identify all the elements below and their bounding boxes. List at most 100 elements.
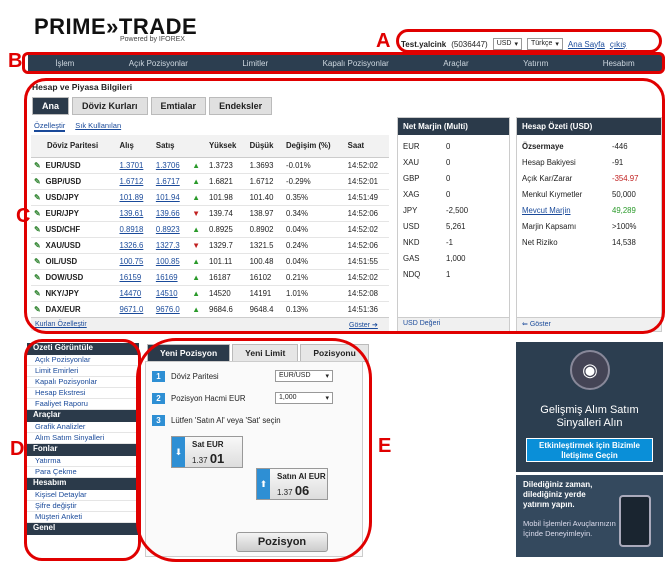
chart-icon[interactable]: ✎	[34, 193, 41, 202]
sell-button[interactable]: ⬇ Sat EUR 1.37 01	[171, 436, 243, 468]
table-row[interactable]: ✎ EUR/USD 1.3701 1.3706 ▲ 1.3723 1.3693 -0.01% 1…	[31, 157, 389, 174]
summary-row: Net Riziko 14,538	[517, 234, 661, 250]
table-row[interactable]: ✎ NKY/JPY 14470 14510 ▲ 14520 14191 1.01% 14:52:…	[31, 285, 389, 302]
table-row[interactable]: ✎ USD/CHF 0.8918 0.8923 ▲ 0.8925 0.8902 0.04% 14…	[31, 221, 389, 238]
nav-item-3[interactable]: Kapalı Pozisyonlar	[323, 59, 389, 68]
tab-3[interactable]: Endeksler	[209, 97, 273, 115]
symbol-cell: ✎ USD/CHF	[31, 221, 117, 238]
currency-select[interactable]: USD ▾	[492, 38, 522, 50]
chart-icon[interactable]: ✎	[34, 209, 41, 218]
buy-price[interactable]: 1.3701	[116, 157, 153, 174]
buy-button[interactable]: ⬆ Satın Al EUR 1.37 06	[256, 468, 328, 500]
buy-price[interactable]: 1326.6	[116, 237, 153, 254]
annotation-label-a: A	[376, 30, 391, 52]
chart-icon[interactable]: ✎	[34, 289, 41, 298]
low-cell: 0.8902	[246, 221, 283, 238]
summary-link[interactable]: Mevcut Marjin	[522, 206, 571, 215]
summary-row: Açık Kar/Zarar -354.97	[517, 170, 661, 186]
high-cell: 14520	[205, 285, 247, 302]
table-row[interactable]: ✎ DOW/USD 16159 16169 ▲ 16187 16102 0.21% 14:52:…	[31, 269, 389, 286]
buy-price[interactable]: 16159	[116, 269, 153, 286]
table-row[interactable]: ✎ OIL/USD 100.75 100.85 ▲ 101.11 100.48 0.04% 14…	[31, 253, 389, 270]
nav-item-4[interactable]: Araçlar	[443, 59, 468, 68]
nav-item-2[interactable]: Limitler	[242, 59, 268, 68]
tab-2[interactable]: Emtialar	[150, 97, 207, 115]
usd-value-tab[interactable]: USD Değeri	[398, 317, 509, 331]
tab-1[interactable]: Döviz Kurları	[72, 97, 148, 115]
sidebar-item[interactable]: Açık Pozisyonlar	[27, 355, 139, 366]
summary-show-button[interactable]: ⇐ Göster	[517, 317, 661, 331]
subtab-customize[interactable]: Özelleştir	[34, 121, 66, 132]
position-tab-1[interactable]: Yeni Limit	[232, 344, 299, 362]
summary-row: Hesap Bakiyesi -91	[517, 154, 661, 170]
high-cell: 101.11	[205, 253, 247, 270]
buy-price[interactable]: 9671.0	[116, 301, 153, 318]
buy-price[interactable]: 101.89	[116, 189, 153, 206]
sidebar-item[interactable]: Faaliyet Raporu	[27, 399, 139, 410]
sell-price[interactable]: 1.6717	[152, 173, 190, 190]
sidebar-item[interactable]: Müşteri Anketi	[27, 512, 139, 523]
sidebar-item[interactable]: Kişisel Detaylar	[27, 490, 139, 501]
sidebar-item[interactable]: Grafik Analizler	[27, 422, 139, 433]
show-button[interactable]: Göster ➔	[349, 321, 378, 329]
amount-select[interactable]: 1,000 ▾	[275, 392, 333, 404]
sell-price[interactable]: 139.66	[152, 205, 190, 222]
chart-icon[interactable]: ✎	[34, 161, 41, 170]
buy-price[interactable]: 14470	[116, 285, 153, 302]
chart-icon[interactable]: ✎	[34, 273, 41, 282]
table-row[interactable]: ✎ USD/JPY 101.89 101.94 ▲ 101.98 101.40 0.35% 14…	[31, 189, 389, 206]
nav-item-5[interactable]: Yatırım	[523, 59, 548, 68]
margin-row: USD 5,261	[398, 218, 509, 234]
position-tab-0[interactable]: Yeni Pozisyon	[147, 344, 231, 362]
sell-price[interactable]: 16169	[152, 269, 190, 286]
sell-price[interactable]: 100.85	[152, 253, 190, 270]
position-tab-2[interactable]: Pozisyonu	[300, 344, 369, 362]
buy-price[interactable]: 100.75	[116, 253, 153, 270]
buy-price[interactable]: 139.61	[116, 205, 153, 222]
sell-price[interactable]: 1327.3	[152, 237, 190, 254]
customize-rates-link[interactable]: Kurları Özelleştir	[35, 321, 87, 328]
nav-item-1[interactable]: Açık Pozisyonlar	[129, 59, 188, 68]
logout-link[interactable]: çıkış	[610, 40, 626, 49]
chart-icon[interactable]: ✎	[34, 241, 41, 250]
table-row[interactable]: ✎ EUR/JPY 139.61 139.66 ▼ 139.74 138.97 0.34% 14…	[31, 205, 389, 222]
table-row[interactable]: ✎ XAU/USD 1326.6 1327.3 ▼ 1329.7 1321.5 0.24% 14…	[31, 237, 389, 254]
home-link[interactable]: Ana Sayfa	[568, 40, 605, 49]
table-row[interactable]: ✎ GBP/USD 1.6712 1.6717 ▲ 1.6821 1.6712 -0.29% 1…	[31, 173, 389, 190]
sell-price[interactable]: 1.3706	[152, 157, 190, 174]
table-row[interactable]: ✎ DAX/EUR 9671.0 9676.0 ▲ 9684.6 9648.4 0.13% 14…	[31, 301, 389, 318]
sidebar-item[interactable]: Hesap Ekstresi	[27, 388, 139, 399]
chg-cell: 0.34%	[282, 205, 345, 222]
nav-item-0[interactable]: İşlem	[55, 59, 74, 68]
buy-price[interactable]: 0.8918	[116, 221, 153, 238]
contact-button[interactable]: Etkinleştirmek için Bizimle İletişime Ge…	[526, 438, 653, 462]
sell-price[interactable]: 101.94	[152, 189, 190, 206]
sell-price[interactable]: 9676.0	[152, 301, 190, 318]
nav-item-6[interactable]: Hesabım	[603, 59, 635, 68]
chg-cell: 0.21%	[282, 269, 345, 286]
sidebar-item[interactable]: Alım Satım Sinyalleri	[27, 433, 139, 444]
sell-price[interactable]: 0.8923	[152, 221, 190, 238]
step-number: 3	[152, 415, 165, 426]
subtab-favorites[interactable]: Sık Kullanılan	[75, 121, 121, 132]
symbol-cell: ✎ DOW/USD	[31, 269, 117, 286]
buy-price[interactable]: 1.6712	[116, 173, 153, 190]
sidebar-item[interactable]: Limit Emirleri	[27, 366, 139, 377]
market-subtabs: Özelleştir Sık Kullanılan	[34, 121, 121, 132]
sidebar-item[interactable]: Kapalı Pozisyonlar	[27, 377, 139, 388]
chart-icon[interactable]: ✎	[34, 305, 41, 314]
sidebar-item[interactable]: Para Çekme	[27, 467, 139, 478]
mobile-ad[interactable]: Dilediğiniz zaman, dilediğiniz yerde yat…	[516, 475, 663, 557]
pair-select[interactable]: EUR/USD ▾	[275, 370, 333, 382]
sidebar-item[interactable]: Şifre değiştir	[27, 501, 139, 512]
chart-icon[interactable]: ✎	[34, 257, 41, 266]
chart-icon[interactable]: ✎	[34, 225, 41, 234]
time-cell: 14:52:02	[344, 157, 389, 174]
signals-ad[interactable]: ◉ Gelişmiş Alım Satım Sinyalleri Alın Et…	[516, 342, 663, 472]
chart-icon[interactable]: ✎	[34, 177, 41, 186]
sidebar-item[interactable]: Yatırma	[27, 456, 139, 467]
open-position-button[interactable]: Pozisyon	[236, 532, 328, 552]
sell-price[interactable]: 14510	[152, 285, 190, 302]
language-select[interactable]: Türkçe ▾	[527, 38, 563, 50]
tab-0[interactable]: Ana	[32, 97, 70, 115]
